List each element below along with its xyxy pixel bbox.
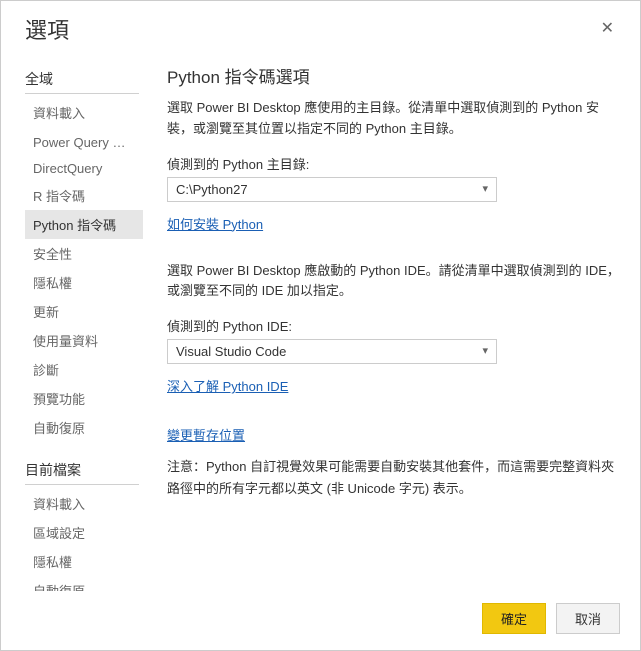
- sidebar-item-directquery[interactable]: DirectQuery: [25, 156, 143, 181]
- main-content: Python 指令碼選項 選取 Power BI Desktop 應使用的主目錄…: [143, 63, 640, 591]
- sidebar: 全域 資料載入 Power Query 編輯器 DirectQuery R 指令…: [1, 63, 143, 591]
- sidebar-section-current-file: 目前檔案 資料載入 區域設定 隱私權 自動復原 減少查詢 報表設定: [25, 454, 143, 591]
- ide-section: 偵測到的 Python IDE: Visual Studio Code 深入了解…: [167, 316, 620, 415]
- sidebar-item-updates[interactable]: 更新: [25, 297, 143, 326]
- sidebar-item-python-script[interactable]: Python 指令碼: [25, 210, 143, 239]
- dialog-footer: 確定 取消: [1, 591, 640, 650]
- sidebar-item-usage-data[interactable]: 使用量資料: [25, 326, 143, 355]
- options-dialog: 選項 ✕ 全域 資料載入 Power Query 編輯器 DirectQuery…: [1, 1, 640, 650]
- temp-section: 變更暫存位置 注意：Python 自訂視覺效果可能需要自動安裝其他套件，而這需要…: [167, 425, 620, 500]
- sidebar-item-security[interactable]: 安全性: [25, 239, 143, 268]
- ok-button[interactable]: 確定: [482, 603, 546, 634]
- dialog-body: 全域 資料載入 Power Query 編輯器 DirectQuery R 指令…: [1, 53, 640, 591]
- page-heading: Python 指令碼選項: [167, 63, 620, 88]
- sidebar-item-cf-auto-recovery[interactable]: 自動復原: [25, 576, 143, 591]
- install-python-link[interactable]: 如何安裝 Python: [167, 214, 263, 233]
- sidebar-header-global: 全域: [25, 63, 139, 94]
- temp-note: 注意：Python 自訂視覺效果可能需要自動安裝其他套件，而這需要完整資料夾路徑…: [167, 456, 620, 500]
- sidebar-section-global: 全域 資料載入 Power Query 編輯器 DirectQuery R 指令…: [25, 63, 143, 442]
- home-dir-section: 偵測到的 Python 主目錄: C:\Python27 如何安裝 Python: [167, 154, 620, 253]
- sidebar-item-cf-privacy[interactable]: 隱私權: [25, 547, 143, 576]
- titlebar: 選項 ✕: [1, 1, 640, 53]
- home-dir-label: 偵測到的 Python 主目錄:: [167, 154, 620, 173]
- ide-intro-text: 選取 Power BI Desktop 應啟動的 Python IDE。請從清單…: [167, 261, 620, 303]
- ide-label: 偵測到的 Python IDE:: [167, 316, 620, 335]
- change-temp-location-link[interactable]: 變更暫存位置: [167, 425, 245, 444]
- home-dir-value: C:\Python27: [176, 182, 248, 197]
- sidebar-item-data-load[interactable]: 資料載入: [25, 98, 143, 127]
- sidebar-header-current-file: 目前檔案: [25, 454, 139, 485]
- sidebar-item-auto-recovery[interactable]: 自動復原: [25, 413, 143, 442]
- sidebar-item-cf-data-load[interactable]: 資料載入: [25, 489, 143, 518]
- ide-value: Visual Studio Code: [176, 344, 286, 359]
- close-icon[interactable]: ✕: [593, 17, 622, 41]
- sidebar-item-cf-regional[interactable]: 區域設定: [25, 518, 143, 547]
- sidebar-item-r-script[interactable]: R 指令碼: [25, 181, 143, 210]
- sidebar-item-privacy[interactable]: 隱私權: [25, 268, 143, 297]
- ide-select[interactable]: Visual Studio Code: [167, 339, 497, 364]
- intro-text: 選取 Power BI Desktop 應使用的主目錄。從清單中選取偵測到的 P…: [167, 98, 620, 140]
- sidebar-item-preview[interactable]: 預覽功能: [25, 384, 143, 413]
- sidebar-item-power-query[interactable]: Power Query 編輯器: [25, 127, 143, 156]
- dialog-title: 選項: [25, 13, 69, 45]
- home-dir-select[interactable]: C:\Python27: [167, 177, 497, 202]
- cancel-button[interactable]: 取消: [556, 603, 620, 634]
- ide-learn-more-link[interactable]: 深入了解 Python IDE: [167, 376, 288, 395]
- sidebar-item-diagnostics[interactable]: 診斷: [25, 355, 143, 384]
